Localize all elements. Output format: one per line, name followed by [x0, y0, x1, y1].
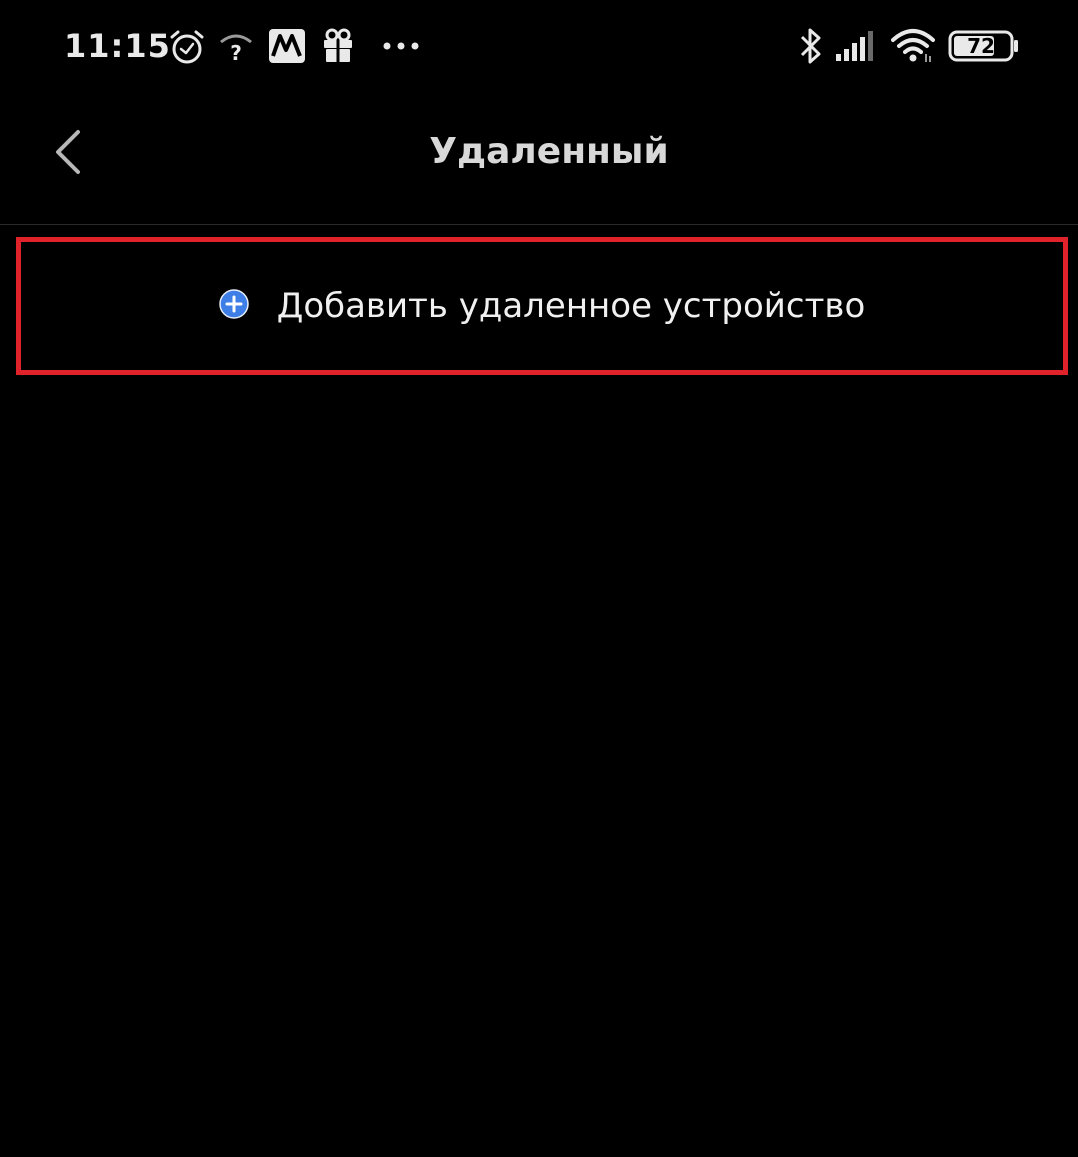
more-dots-icon: [383, 42, 419, 50]
status-time: 11:15: [64, 27, 171, 65]
bluetooth-icon: [800, 28, 821, 64]
alarm-icon: [170, 30, 204, 64]
signal-icon: [836, 31, 873, 61]
wifi-icon: [891, 29, 935, 62]
status-bar: 11:15 ? 72: [0, 0, 1078, 92]
gift-icon: [324, 28, 352, 63]
page-title: Удаленный: [429, 131, 669, 172]
add-remote-device-content: Добавить удаленное устройство: [21, 242, 1063, 370]
app-notification-icon: [269, 29, 305, 63]
wifi-unknown-icon: ?: [220, 34, 252, 64]
add-remote-device-button[interactable]: Добавить удаленное устройство: [16, 237, 1068, 375]
add-remote-device-label: Добавить удаленное устройство: [276, 286, 866, 326]
svg-text:?: ?: [230, 41, 242, 64]
battery-level: 72: [967, 34, 995, 58]
plus-circle-icon: [219, 289, 249, 319]
header: Удаленный: [0, 92, 1078, 225]
